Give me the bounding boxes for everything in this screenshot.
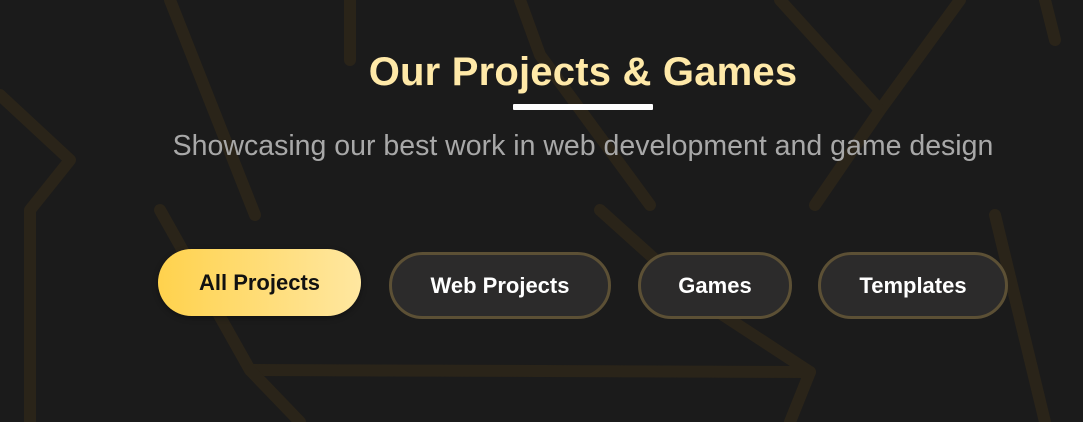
- filter-games-button[interactable]: Games: [638, 252, 792, 319]
- section-subtitle: Showcasing our best work in web developm…: [172, 130, 994, 162]
- projects-section: Our Projects & Games Showcasing our best…: [0, 0, 1083, 422]
- title-underline: [513, 104, 653, 110]
- filter-templates-button[interactable]: Templates: [818, 252, 1008, 319]
- filter-all-projects-button[interactable]: All Projects: [158, 249, 361, 316]
- filter-web-projects-button[interactable]: Web Projects: [389, 252, 611, 319]
- section-title: Our Projects & Games: [368, 50, 798, 94]
